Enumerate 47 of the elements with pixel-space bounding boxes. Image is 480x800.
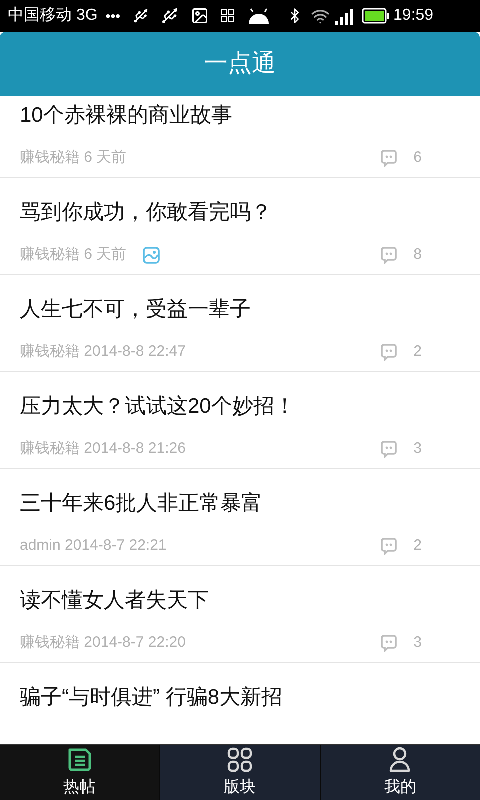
comment-icon (380, 246, 398, 264)
comment-count: 2 (414, 342, 422, 362)
comment-count: 6 (414, 148, 422, 168)
post-meta: 赚钱秘籍 2014-8-7 22:20 (20, 633, 186, 653)
comment-icon (380, 537, 398, 556)
post-meta: 赚钱秘籍 2014-8-8 21:26 (20, 439, 186, 459)
post-title: 三十年来6批人非正常暴富 (20, 491, 263, 517)
post-item[interactable]: 人生七不可，受益一辈子 赚钱秘籍 2014-8-8 22:47 2 (0, 275, 480, 372)
grid-icon (220, 9, 235, 23)
post-item[interactable]: 读不懂女人者失天下 赚钱秘籍 2014-8-7 22:20 3 (0, 566, 480, 663)
post-item[interactable]: 压力太大？试试这20个妙招！ 赚钱秘籍 2014-8-8 21:26 3 (0, 372, 480, 469)
post-item[interactable]: 骂到你成功，你敢看完吗？ 赚钱秘籍 6 天前 8 (0, 178, 480, 275)
comment-count: 3 (414, 633, 422, 653)
signal-icon (334, 7, 354, 25)
comment-icon (380, 440, 398, 458)
clock: 19:59 (394, 6, 434, 26)
comment-count: 3 (414, 439, 422, 459)
carrier-label: 中国移动 3G (8, 6, 98, 26)
post-title: 骂到你成功，你敢看完吗？ (20, 200, 272, 226)
image-icon (190, 7, 209, 25)
post-item[interactable]: 三十年来6批人非正常暴富 admin 2014-8-7 22:21 2 (0, 469, 480, 566)
post-meta: admin 2014-8-7 22:21 (20, 536, 167, 556)
post-meta: 赚钱秘籍 2014-8-8 22:47 (20, 342, 186, 362)
post-title: 10个赤裸裸的商业故事 (20, 103, 232, 129)
post-title: 读不懂女人者失天下 (20, 588, 209, 614)
tab[interactable]: 我的 (320, 745, 480, 800)
comment-count: 8 (414, 245, 422, 265)
usb-icon (160, 7, 179, 25)
robot-icon (246, 8, 271, 24)
comment-icon (380, 634, 398, 652)
comment-count: 2 (414, 536, 422, 556)
app-title: 一点通 (204, 49, 276, 79)
notification-dots: ••• (106, 6, 121, 26)
battery-icon (362, 8, 390, 24)
tab[interactable]: 热帖 (0, 745, 160, 800)
post-meta: 赚钱秘籍 6 天前 (20, 245, 127, 265)
post-title: 压力太大？试试这20个妙招！ (20, 394, 296, 420)
grid-icon (226, 746, 254, 774)
tab[interactable]: 版块 (159, 745, 320, 800)
comment-icon (380, 343, 398, 362)
usb-icon (132, 8, 149, 24)
person-icon (388, 746, 412, 774)
post-meta: 赚钱秘籍 6 天前 (20, 148, 127, 168)
post-title: 人生七不可，受益一辈子 (20, 297, 251, 323)
post-item[interactable]: 10个赤裸裸的商业故事 赚钱秘籍 6 天前 6 (0, 96, 480, 178)
comment-icon (380, 149, 398, 168)
post-title: 骗子“与时俱进” 行骗8大新招 (20, 685, 282, 711)
